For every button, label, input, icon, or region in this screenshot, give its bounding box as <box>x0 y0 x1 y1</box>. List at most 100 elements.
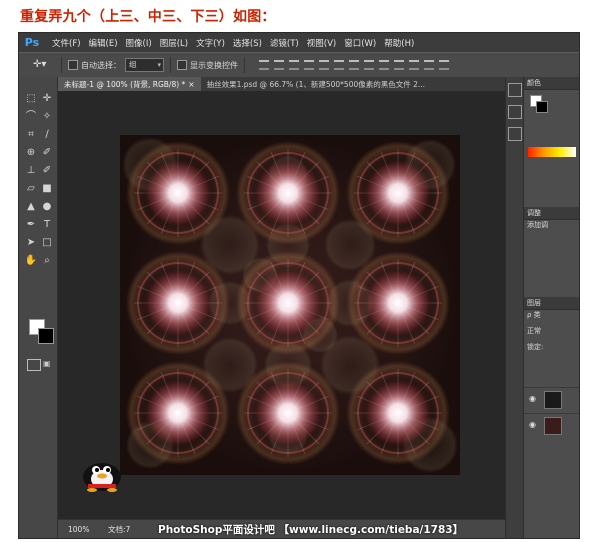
align-right-icon[interactable] <box>334 60 344 70</box>
article-title: 重复弄九个（上三、中三、下三）如图： <box>20 9 276 25</box>
distribute-top-icon[interactable] <box>349 60 359 70</box>
flare-core <box>142 267 214 339</box>
align-left-icon[interactable] <box>304 60 314 70</box>
eraser-tool-icon[interactable]: ▱ <box>23 181 39 197</box>
path-select-icon[interactable]: ➤ <box>23 235 39 251</box>
photoshop-logo: Ps <box>24 36 40 49</box>
layer-row[interactable]: ◉ <box>524 413 579 438</box>
align-bottom-icon[interactable] <box>289 60 299 70</box>
menu-select[interactable]: 选择(S) <box>229 37 266 49</box>
menu-help[interactable]: 帮助(H) <box>380 37 418 49</box>
align-top-icon[interactable] <box>259 60 269 70</box>
zoom-tool-icon[interactable]: ⌕ <box>39 253 55 269</box>
history-panel-icon[interactable] <box>508 83 522 97</box>
quick-mask-icon[interactable] <box>27 359 41 371</box>
flare-core <box>252 377 324 449</box>
tool-grid: ⬚ ✛ ⌒ ✧ ⌗ ∕ ⊕ ✐ ⊥ ✐ ▱ ■ ▲ ● ✒ T ➤ □ ✋ ⌕ <box>23 91 55 269</box>
options-bar: ✛▾ 自动选择： 组 显示变换控件 <box>19 52 579 78</box>
layer-kind-filter[interactable]: ρ 类 <box>524 310 579 320</box>
blend-mode-select[interactable]: 正常 <box>524 326 579 336</box>
eye-icon[interactable]: ◉ <box>529 394 536 403</box>
align-vcenter-icon[interactable] <box>274 60 284 70</box>
distribute-hcenter-icon[interactable] <box>409 60 419 70</box>
menu-type[interactable]: 文字(Y) <box>192 37 229 49</box>
auto-select-checkbox[interactable] <box>68 60 78 70</box>
move-tool-preset-icon[interactable]: ✛▾ <box>33 58 55 72</box>
show-transform-checkbox[interactable] <box>177 60 187 70</box>
clone-stamp-icon[interactable]: ⊥ <box>23 163 39 179</box>
menu-window[interactable]: 窗口(W) <box>340 37 380 49</box>
magic-wand-icon[interactable]: ✧ <box>39 109 55 125</box>
hand-tool-icon[interactable]: ✋ <box>23 253 39 269</box>
menu-edit[interactable]: 编辑(E) <box>85 37 122 49</box>
flare-core <box>362 157 434 229</box>
right-panels: 颜色 调整 添加调 图层 ρ 类 正常 锁定: ◉ ◉ <box>523 77 579 538</box>
flare-core <box>252 157 324 229</box>
watermark-text: PhotoShop平面设计吧 【www.linecg.com/tieba/178… <box>158 524 464 536</box>
move-tool-icon[interactable]: ✛ <box>39 91 55 107</box>
panel-background-swatch[interactable] <box>536 101 548 113</box>
flare-core <box>362 267 434 339</box>
background-color-swatch[interactable] <box>38 328 54 344</box>
tab-chousi-psd[interactable]: 抽丝效果1.psd @ 66.7% (1、新建500*500像素的黑色文件 2.… <box>201 77 431 91</box>
align-buttons <box>259 60 454 70</box>
layer-thumbnail <box>544 417 562 435</box>
history-brush-icon[interactable]: ✐ <box>39 163 55 179</box>
properties-panel-icon[interactable] <box>508 105 522 119</box>
options-divider <box>61 57 62 73</box>
flare-core <box>142 377 214 449</box>
show-transform-label: 显示变换控件 <box>190 60 238 70</box>
screen-mode-icon[interactable]: ▣ <box>43 359 53 369</box>
canvas-workspace <box>58 91 505 519</box>
shape-tool-icon[interactable]: □ <box>39 235 55 251</box>
layer-row[interactable]: ◉ <box>524 387 579 412</box>
lock-label: 锁定: <box>527 343 544 351</box>
document-info[interactable]: 文档:7 <box>108 524 138 535</box>
tab-color[interactable]: 颜色 <box>524 77 579 90</box>
menu-file[interactable]: 文件(F) <box>48 37 85 49</box>
gradient-tool-icon[interactable]: ■ <box>39 181 55 197</box>
blur-tool-icon[interactable]: ▲ <box>23 199 39 215</box>
align-hcenter-icon[interactable] <box>319 60 329 70</box>
character-panel-icon[interactable] <box>508 127 522 141</box>
auto-align-icon[interactable] <box>439 60 449 70</box>
status-bar: 100% 文档:7 PhotoShop平面设计吧 【www.linecg.com… <box>58 519 505 538</box>
eye-icon[interactable]: ◉ <box>529 420 536 429</box>
crop-tool-icon[interactable]: ⌗ <box>23 127 39 143</box>
close-icon[interactable]: × <box>188 80 194 89</box>
add-adjustment-label: 添加调 <box>527 221 548 229</box>
marquee-tool-icon[interactable]: ⬚ <box>23 91 39 107</box>
options-divider <box>244 57 245 73</box>
menu-image[interactable]: 图像(I) <box>122 37 156 49</box>
menu-filter[interactable]: 滤镜(T) <box>266 37 303 49</box>
layer-thumbnail <box>544 391 562 409</box>
tools-panel: ⬚ ✛ ⌒ ✧ ⌗ ∕ ⊕ ✐ ⊥ ✐ ▱ ■ ▲ ● ✒ T ➤ □ ✋ ⌕ … <box>19 77 58 538</box>
zoom-level[interactable]: 100% <box>68 525 108 534</box>
brush-tool-icon[interactable]: ✐ <box>39 145 55 161</box>
pen-tool-icon[interactable]: ✒ <box>23 217 39 233</box>
distribute-bottom-icon[interactable] <box>379 60 389 70</box>
lasso-tool-icon[interactable]: ⌒ <box>23 109 39 125</box>
healing-brush-icon[interactable]: ⊕ <box>23 145 39 161</box>
distribute-vcenter-icon[interactable] <box>364 60 374 70</box>
eyedropper-icon[interactable]: ∕ <box>39 127 55 143</box>
tab-adjustments[interactable]: 调整 <box>524 207 579 220</box>
lens-flare-grid <box>122 137 458 473</box>
distribute-right-icon[interactable] <box>424 60 434 70</box>
menu-bar: Ps 文件(F) 编辑(E) 图像(I) 图层(L) 文字(Y) 选择(S) 滤… <box>19 33 579 52</box>
dodge-tool-icon[interactable]: ● <box>39 199 55 215</box>
color-spectrum[interactable] <box>528 147 576 157</box>
distribute-left-icon[interactable] <box>394 60 404 70</box>
auto-select-label: 自动选择： <box>81 60 121 70</box>
menu-layer[interactable]: 图层(L) <box>156 37 192 49</box>
auto-select-dropdown[interactable]: 组 <box>125 58 164 72</box>
tab-layers[interactable]: 图层 <box>524 297 579 310</box>
photoshop-window: Ps 文件(F) 编辑(E) 图像(I) 图层(L) 文字(Y) 选择(S) 滤… <box>18 32 580 539</box>
menu-view[interactable]: 视图(V) <box>303 37 340 49</box>
tab-label: 未标题-1 @ 100% (背景, RGB/8) * <box>64 80 186 89</box>
document-canvas[interactable] <box>120 135 460 475</box>
flare-core <box>142 157 214 229</box>
flare-core <box>252 267 324 339</box>
type-tool-icon[interactable]: T <box>39 217 55 233</box>
tab-untitled-1[interactable]: 未标题-1 @ 100% (背景, RGB/8) * × <box>58 77 201 91</box>
